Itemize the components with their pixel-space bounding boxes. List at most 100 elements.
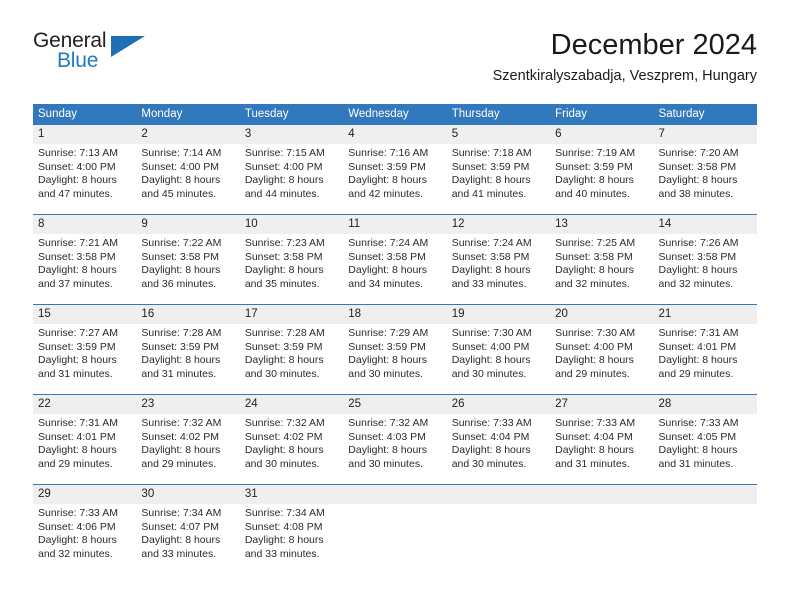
- day-number[interactable]: 11: [343, 215, 446, 234]
- day-cell[interactable]: Sunrise: 7:29 AM Sunset: 3:59 PM Daylight:…: [343, 324, 446, 394]
- day-daylight-line2-text: and 31 minutes.: [141, 367, 217, 380]
- general-blue-logo[interactable]: General Blue: [33, 30, 163, 84]
- day-cell-empty: [654, 504, 757, 574]
- day-number[interactable]: 24: [240, 395, 343, 414]
- day-daylight-line1-text: Daylight: 8 hours: [451, 354, 531, 366]
- day-daylight-line1-text: Daylight: 8 hours: [38, 264, 117, 276]
- day-number-band: 8 9 10 11 12 13 14: [33, 215, 757, 234]
- day-daylight-line2-text: and 30 minutes.: [451, 367, 527, 380]
- day-number[interactable]: 5: [447, 125, 550, 144]
- day-cell[interactable]: Sunrise: 7:27 AM Sunset: 3:59 PM Daylight:…: [33, 324, 136, 394]
- calendar-week-row: 22 23 24 25 26 27 28 Sunrise: 7:31 AM Sunset: 4:…: [33, 394, 757, 484]
- day-number[interactable]: 31: [240, 485, 343, 504]
- day-number[interactable]: 21: [654, 305, 757, 324]
- day-cell[interactable]: Sunrise: 7:13 AM Sunset: 4:00 PM Daylight:…: [33, 144, 136, 214]
- day-number[interactable]: 20: [550, 305, 653, 324]
- day-cell[interactable]: Sunrise: 7:24 AM Sunset: 3:58 PM Daylight:…: [447, 234, 550, 304]
- day-cell[interactable]: Sunrise: 7:34 AM Sunset: 4:07 PM Daylight:…: [136, 504, 239, 574]
- day-number[interactable]: 8: [33, 215, 136, 234]
- day-daylight-line2-text: and 29 minutes.: [38, 457, 113, 470]
- day-number[interactable]: 3: [240, 125, 343, 144]
- day-cell[interactable]: Sunrise: 7:16 AM Sunset: 3:59 PM Daylight:…: [343, 144, 446, 214]
- day-cell[interactable]: Sunrise: 7:30 AM Sunset: 4:00 PM Daylight:…: [447, 324, 550, 394]
- day-sunrise-text: Sunrise: 7:32 AM: [141, 417, 222, 429]
- day-daylight-line2-text: and 31 minutes.: [658, 457, 734, 470]
- day-sunset-text: Sunset: 4:00 PM: [451, 340, 530, 353]
- day-cell[interactable]: Sunrise: 7:20 AM Sunset: 3:58 PM Daylight:…: [654, 144, 757, 214]
- day-cell[interactable]: Sunrise: 7:28 AM Sunset: 3:59 PM Daylight:…: [136, 324, 239, 394]
- day-cell[interactable]: Sunrise: 7:33 AM Sunset: 4:05 PM Daylight:…: [654, 414, 757, 484]
- day-cell[interactable]: Sunrise: 7:19 AM Sunset: 3:59 PM Daylight:…: [550, 144, 653, 214]
- day-cell[interactable]: Sunrise: 7:32 AM Sunset: 4:03 PM Daylight:…: [343, 414, 446, 484]
- day-daylight-line1-text: Daylight: 8 hours: [141, 534, 221, 546]
- day-number[interactable]: 12: [447, 215, 550, 234]
- day-number[interactable]: 30: [136, 485, 239, 504]
- day-number[interactable]: 9: [136, 215, 239, 234]
- day-cell[interactable]: Sunrise: 7:30 AM Sunset: 4:00 PM Daylight:…: [550, 324, 653, 394]
- day-daylight-line1-text: Daylight: 8 hours: [348, 174, 428, 186]
- logo-text-general: General: [33, 29, 107, 52]
- day-daylight-line2-text: and 30 minutes.: [451, 457, 527, 470]
- day-number[interactable]: 26: [447, 395, 550, 414]
- day-number[interactable]: 10: [240, 215, 343, 234]
- day-sunrise-text: Sunrise: 7:24 AM: [348, 237, 429, 249]
- day-number[interactable]: 17: [240, 305, 343, 324]
- day-number[interactable]: 14: [654, 215, 757, 234]
- day-sunrise-text: Sunrise: 7:27 AM: [38, 327, 118, 339]
- day-cell[interactable]: Sunrise: 7:26 AM Sunset: 3:58 PM Daylight:…: [654, 234, 757, 304]
- day-cell[interactable]: Sunrise: 7:33 AM Sunset: 4:04 PM Daylight:…: [550, 414, 653, 484]
- day-sunset-text: Sunset: 3:58 PM: [451, 250, 530, 263]
- day-cell[interactable]: Sunrise: 7:31 AM Sunset: 4:01 PM Daylight:…: [33, 414, 136, 484]
- day-daylight-line2-text: and 29 minutes.: [555, 367, 630, 380]
- day-number[interactable]: 19: [447, 305, 550, 324]
- day-cell[interactable]: Sunrise: 7:33 AM Sunset: 4:04 PM Daylight:…: [447, 414, 550, 484]
- day-number-band: 22 23 24 25 26 27 28: [33, 395, 757, 414]
- day-cell[interactable]: Sunrise: 7:25 AM Sunset: 3:58 PM Daylight:…: [550, 234, 653, 304]
- day-number[interactable]: 13: [550, 215, 653, 234]
- day-number[interactable]: 15: [33, 305, 136, 324]
- day-cell[interactable]: Sunrise: 7:32 AM Sunset: 4:02 PM Daylight:…: [240, 414, 343, 484]
- day-cell[interactable]: Sunrise: 7:15 AM Sunset: 4:00 PM Daylight:…: [240, 144, 343, 214]
- day-sunset-text: Sunset: 3:59 PM: [38, 340, 116, 353]
- day-number[interactable]: 1: [33, 125, 136, 144]
- day-sunset-text: Sunset: 3:59 PM: [451, 160, 530, 173]
- day-cell[interactable]: Sunrise: 7:32 AM Sunset: 4:02 PM Daylight:…: [136, 414, 239, 484]
- day-cell[interactable]: Sunrise: 7:33 AM Sunset: 4:06 PM Daylight:…: [33, 504, 136, 574]
- day-daylight-line2-text: and 37 minutes.: [38, 277, 113, 290]
- day-sunrise-text: Sunrise: 7:15 AM: [244, 147, 325, 159]
- day-number[interactable]: 18: [343, 305, 446, 324]
- day-cell[interactable]: Sunrise: 7:34 AM Sunset: 4:08 PM Daylight:…: [240, 504, 343, 574]
- weekday-header-row: Sunday Monday Tuesday Wednesday Thursday Frid…: [33, 104, 757, 125]
- day-number[interactable]: 7: [654, 125, 757, 144]
- day-cell[interactable]: Sunrise: 7:24 AM Sunset: 3:58 PM Daylight:…: [343, 234, 446, 304]
- day-daylight-line2-text: and 34 minutes.: [348, 277, 423, 290]
- day-cell[interactable]: Sunrise: 7:22 AM Sunset: 3:58 PM Daylight:…: [136, 234, 239, 304]
- day-cell[interactable]: Sunrise: 7:31 AM Sunset: 4:01 PM Daylight:…: [654, 324, 757, 394]
- day-cell[interactable]: Sunrise: 7:23 AM Sunset: 3:58 PM Daylight:…: [240, 234, 343, 304]
- day-daylight-line2-text: and 31 minutes.: [38, 367, 113, 380]
- day-daylight-line1-text: Daylight: 8 hours: [38, 354, 117, 366]
- day-sunset-text: Sunset: 3:58 PM: [658, 250, 737, 263]
- day-daylight-line1-text: Daylight: 8 hours: [141, 354, 221, 366]
- day-sunrise-text: Sunrise: 7:30 AM: [451, 327, 532, 339]
- day-number[interactable]: 4: [343, 125, 446, 144]
- day-details-row: Sunrise: 7:13 AM Sunset: 4:00 PM Daylight:…: [33, 144, 757, 214]
- day-cell[interactable]: Sunrise: 7:28 AM Sunset: 3:59 PM Daylight:…: [240, 324, 343, 394]
- day-number-band: 15 16 17 18 19 20 21: [33, 305, 757, 324]
- day-cell[interactable]: Sunrise: 7:21 AM Sunset: 3:58 PM Daylight:…: [33, 234, 136, 304]
- day-daylight-line1-text: Daylight: 8 hours: [244, 444, 324, 456]
- day-sunset-text: Sunset: 3:59 PM: [348, 160, 426, 173]
- day-cell[interactable]: Sunrise: 7:14 AM Sunset: 4:00 PM Daylight:…: [136, 144, 239, 214]
- day-sunset-text: Sunset: 3:59 PM: [141, 340, 220, 353]
- day-number[interactable]: 29: [33, 485, 136, 504]
- day-number[interactable]: 22: [33, 395, 136, 414]
- day-number[interactable]: 23: [136, 395, 239, 414]
- day-number[interactable]: 16: [136, 305, 239, 324]
- day-cell[interactable]: Sunrise: 7:18 AM Sunset: 3:59 PM Daylight:…: [447, 144, 550, 214]
- day-number[interactable]: 28: [654, 395, 757, 414]
- day-number[interactable]: 6: [550, 125, 653, 144]
- day-number[interactable]: 2: [136, 125, 239, 144]
- day-number[interactable]: 27: [550, 395, 653, 414]
- day-sunrise-text: Sunrise: 7:22 AM: [141, 237, 222, 249]
- day-number[interactable]: 25: [343, 395, 446, 414]
